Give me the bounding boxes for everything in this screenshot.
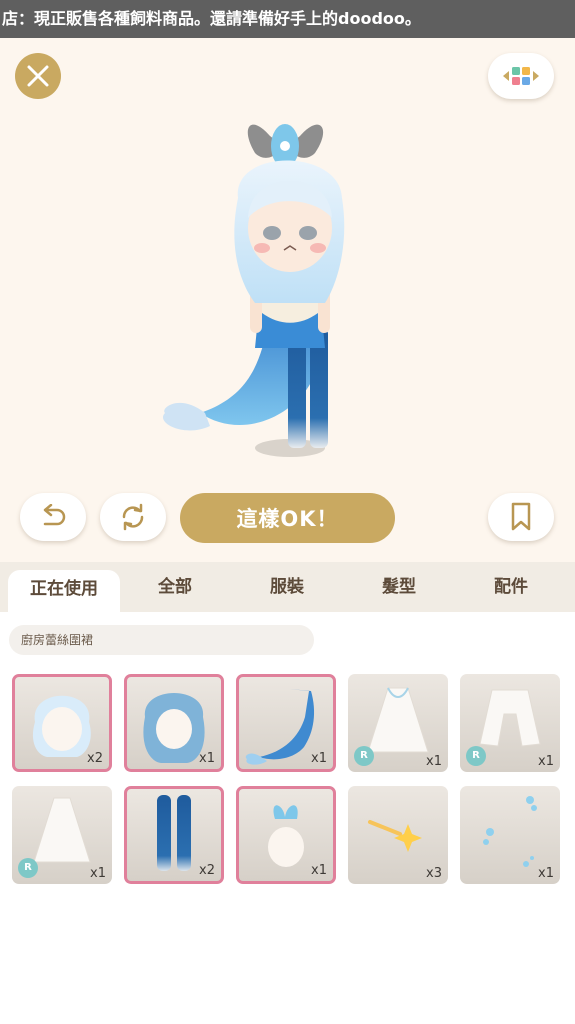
undo-button[interactable] <box>20 493 86 541</box>
avatar-stage: 這樣OK！ <box>0 38 575 562</box>
item-slot[interactable]: x2 <box>12 674 112 772</box>
undo-icon <box>43 504 66 526</box>
bookmark-icon <box>511 502 531 531</box>
item-quantity: x2 <box>199 863 215 878</box>
item-slot[interactable]: x1 <box>236 786 336 884</box>
refresh-icon <box>122 503 144 531</box>
item-slot[interactable]: x1 <box>124 674 224 772</box>
bookmark-button[interactable] <box>488 493 554 541</box>
item-quantity: x1 <box>199 751 215 766</box>
item-quantity: x1 <box>538 754 554 769</box>
item-quantity: x1 <box>538 866 554 881</box>
category-tabs: 正在使用 全部 服裝 髮型 配件 <box>0 562 575 612</box>
rarity-badge: R <box>354 746 374 766</box>
avatar-character <box>163 124 345 457</box>
rarity-badge: R <box>18 858 38 878</box>
close-button[interactable] <box>15 53 61 99</box>
rarity-badge: R <box>466 746 486 766</box>
color-palette-button[interactable] <box>488 53 554 99</box>
item-quantity: x2 <box>87 751 103 766</box>
item-slot[interactable]: R x1 <box>460 674 560 772</box>
item-quantity: x1 <box>311 751 327 766</box>
tab-clothing[interactable]: 服裝 <box>231 562 343 612</box>
tab-all[interactable]: 全部 <box>119 562 231 612</box>
tab-accessories[interactable]: 配件 <box>455 562 567 612</box>
item-slot[interactable]: x1 <box>460 786 560 884</box>
announcement-ticker: 店：現正販售各種飼料商品。還請準備好手上的doodoo。 <box>0 0 575 38</box>
color-palette-icon <box>503 67 539 85</box>
close-icon <box>27 65 49 87</box>
item-slot[interactable]: x3 <box>348 786 448 884</box>
item-slot[interactable]: R x1 <box>348 674 448 772</box>
confirm-ok-button[interactable]: 這樣OK！ <box>180 493 395 543</box>
item-quantity: x1 <box>311 863 327 878</box>
tab-in-use[interactable]: 正在使用 <box>8 570 120 612</box>
item-quantity: x3 <box>426 866 442 881</box>
randomize-button[interactable] <box>100 493 166 541</box>
item-quantity: x1 <box>426 754 442 769</box>
item-slot[interactable]: x1 <box>236 674 336 772</box>
item-slot[interactable]: x2 <box>124 786 224 884</box>
item-slot[interactable]: R x1 <box>12 786 112 884</box>
tab-hairstyle[interactable]: 髮型 <box>343 562 455 612</box>
inventory-panel: 廚房蕾絲圍裙 x2 x1 x1 R x1 R x1 R x1 x2 x1 x3 … <box>0 612 575 1024</box>
item-name-field[interactable]: 廚房蕾絲圍裙 <box>9 625 314 655</box>
item-quantity: x1 <box>90 866 106 881</box>
